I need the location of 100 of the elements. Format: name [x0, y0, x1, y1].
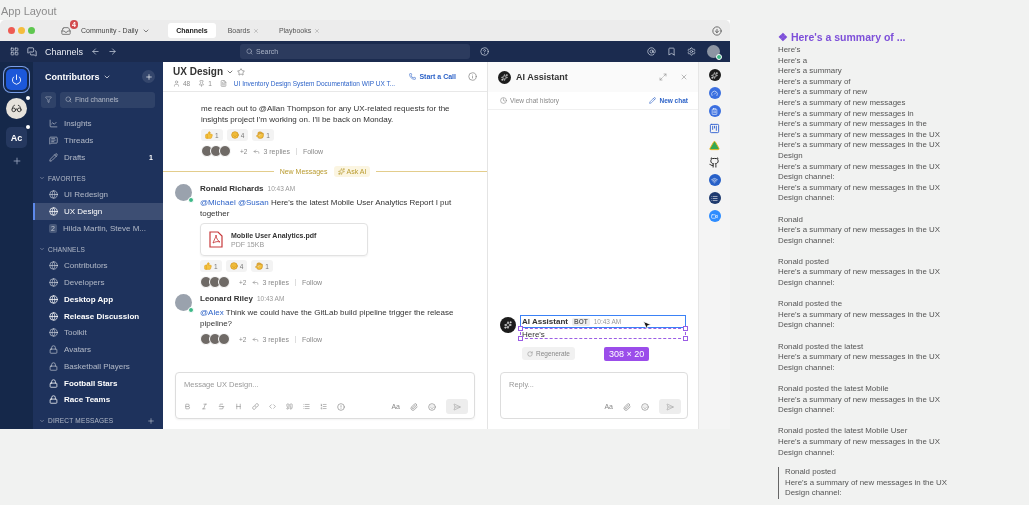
- add-icon[interactable]: [147, 416, 155, 425]
- close-icon[interactable]: [252, 27, 259, 34]
- board-app-icon[interactable]: [709, 123, 720, 134]
- triangle-app-icon[interactable]: [709, 140, 720, 151]
- strikethrough-icon[interactable]: [218, 403, 225, 410]
- participant-avatars: [200, 276, 227, 288]
- bullet-list-icon[interactable]: [303, 403, 310, 410]
- team-icon[interactable]: [6, 69, 27, 90]
- message-text: @Michael @Susan Here's the latest Mobile User Analytics Report I put together: [200, 197, 453, 219]
- alert-icon[interactable]: [337, 402, 345, 411]
- gauge-app-icon[interactable]: [708, 87, 721, 99]
- close-button[interactable]: [680, 73, 688, 81]
- caret-icon[interactable]: [39, 175, 45, 181]
- back-icon[interactable]: [91, 47, 101, 56]
- pin-icon: [198, 80, 206, 87]
- phone-icon: [409, 73, 417, 80]
- size-label: 308 × 20: [604, 347, 650, 361]
- globe-icon: [49, 278, 58, 288]
- minimize-light[interactable]: [18, 27, 25, 34]
- italic-icon[interactable]: [201, 403, 208, 410]
- team-menu[interactable]: Contributors: [45, 71, 111, 82]
- author-name[interactable]: Ronald Richards: [200, 184, 264, 193]
- sparkle-icon: [337, 168, 345, 175]
- video-app-icon[interactable]: [708, 210, 721, 222]
- cat-app-icon[interactable]: [709, 157, 720, 168]
- settings-icon[interactable]: [687, 47, 696, 56]
- threads-icon: [49, 136, 58, 145]
- clipboard-app-icon[interactable]: [708, 105, 721, 117]
- channel-item[interactable]: Contributors: [33, 257, 163, 275]
- emoji-icon[interactable]: [428, 402, 436, 411]
- zoom-light[interactable]: [28, 27, 35, 34]
- channel-item[interactable]: Desktop App: [33, 291, 163, 308]
- lock-icon: [49, 395, 58, 405]
- help-icon[interactable]: [480, 47, 489, 56]
- sparkle-app-icon[interactable]: [708, 69, 721, 81]
- attach-icon[interactable]: [623, 402, 631, 411]
- send-icon: [666, 402, 674, 411]
- globe-icon: [49, 190, 58, 200]
- user-avatar[interactable]: [707, 45, 720, 58]
- code-icon[interactable]: [269, 403, 276, 410]
- add-button[interactable]: [142, 70, 155, 84]
- channel-item[interactable]: Developers: [33, 274, 163, 291]
- message-text: me reach out to @Allan Thompson for any UX-related requests for the insights project I'm working on. I'll be back on Monday.: [201, 103, 451, 125]
- send-button[interactable]: [446, 399, 468, 414]
- document-icon: [219, 80, 227, 87]
- author-name[interactable]: AI Assistant: [522, 317, 568, 326]
- channel-item[interactable]: Avatars: [33, 341, 163, 359]
- star-icon[interactable]: [237, 67, 245, 76]
- list-app-icon[interactable]: [708, 192, 721, 204]
- filter-button[interactable]: [41, 91, 56, 109]
- lock-icon: [49, 378, 58, 388]
- author-name[interactable]: Leonard Riley: [200, 294, 253, 303]
- participant-avatars: [200, 333, 227, 345]
- chat-icon: [27, 46, 37, 57]
- channel-item[interactable]: Race Teams: [33, 391, 163, 409]
- channel-item[interactable]: Football Stars: [33, 374, 163, 392]
- pencil-icon: [649, 97, 657, 104]
- emoji-icon[interactable]: [641, 402, 649, 411]
- team-tile[interactable]: Ac: [6, 127, 27, 148]
- pencil-icon: [49, 152, 58, 162]
- team-icon[interactable]: [6, 98, 27, 119]
- grid-icon[interactable]: [10, 47, 19, 56]
- info-icon[interactable]: [468, 72, 477, 81]
- forward-icon[interactable]: [108, 47, 118, 56]
- caret-icon[interactable]: [39, 246, 45, 253]
- mention-link[interactable]: @Michael @Susan: [200, 198, 269, 207]
- participant-avatars: [201, 145, 228, 157]
- channel-item[interactable]: UX Design: [33, 203, 163, 220]
- link-icon[interactable]: [252, 403, 259, 410]
- raised-hand-icon: [256, 131, 265, 139]
- product-name: Channels: [45, 46, 84, 57]
- download-icon[interactable]: [712, 25, 722, 36]
- bold-icon[interactable]: [184, 403, 191, 410]
- channel-item[interactable]: Toolkit: [33, 324, 163, 342]
- heading-icon[interactable]: [235, 403, 242, 410]
- reply-icon: [252, 278, 260, 286]
- filter-icon: [45, 96, 52, 104]
- channel-name[interactable]: UX Design: [173, 66, 223, 77]
- quote-icon[interactable]: [286, 403, 293, 410]
- channel-item[interactable]: Basketball Players: [33, 358, 163, 375]
- globe-icon: [49, 261, 58, 271]
- add-team-icon[interactable]: [11, 156, 22, 166]
- attach-icon[interactable]: [410, 402, 418, 411]
- channel-item[interactable]: Release Discussion: [33, 307, 163, 325]
- summary-title: ❖ Here's a summary of ...: [778, 31, 907, 43]
- bookmark-icon[interactable]: [667, 47, 676, 56]
- caret-icon[interactable]: [39, 417, 45, 424]
- channel-item[interactable]: UI Redesign: [33, 186, 163, 204]
- close-light[interactable]: [8, 27, 15, 34]
- glasses-icon: [11, 103, 22, 114]
- mention-link[interactable]: @Alex: [200, 308, 224, 317]
- mention-icon[interactable]: [647, 47, 656, 56]
- sidebar-item[interactable]: Insights: [33, 115, 163, 133]
- sparkle-icon: [504, 321, 512, 329]
- sidebar-item[interactable]: Threads: [33, 132, 163, 149]
- signal-app-icon[interactable]: [708, 174, 721, 186]
- send-button[interactable]: [659, 399, 681, 414]
- expand-button[interactable]: [659, 73, 667, 81]
- close-icon[interactable]: [314, 27, 321, 34]
- numbered-list-icon[interactable]: [320, 403, 327, 410]
